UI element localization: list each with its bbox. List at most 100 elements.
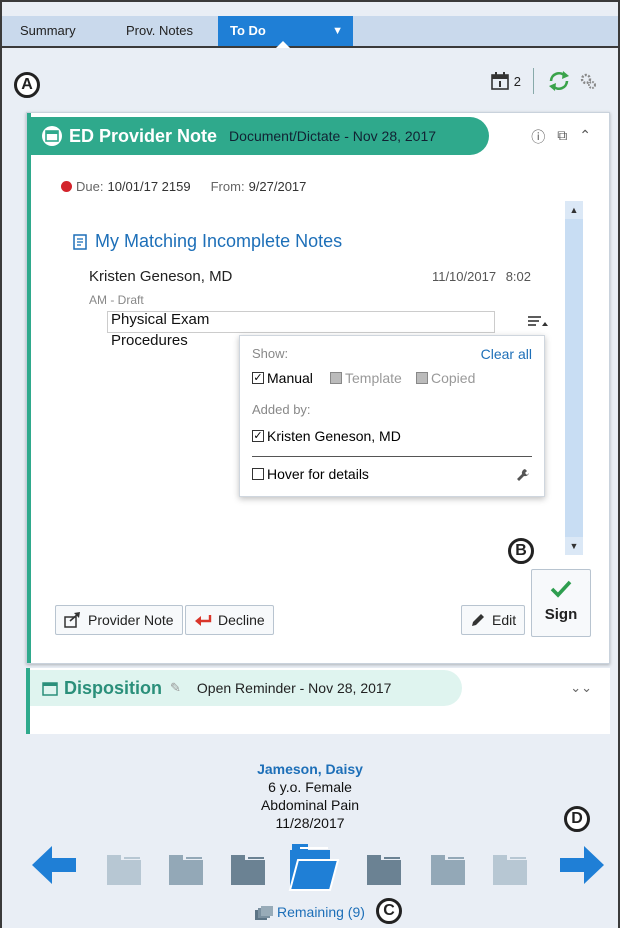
checkbox-template[interactable]: Template [330,370,402,386]
checkbox-label: Template [345,370,402,386]
edit-pencil-icon[interactable]: ✎ [170,680,181,696]
app-frame: Summary Prov. Notes To Do ▼ A 2 ED Provi… [0,0,620,928]
due-label: Due: [76,179,104,194]
filter-button[interactable] [523,311,553,333]
from-value: 9/27/2017 [248,179,307,194]
folder-icon[interactable] [492,852,528,886]
calendar-count-value: 2 [513,73,521,89]
checkbox-copied[interactable]: Copied [416,370,475,386]
checkbox-label: Hover for details [267,466,369,482]
document-icon [73,233,87,250]
expand-icon[interactable]: ⌄⌄ [570,680,592,696]
checkbox-label: Manual [267,370,313,386]
due-row: Due: 10/01/17 2159 From: 9/27/2017 [61,179,306,194]
refresh-icon[interactable] [546,68,572,94]
from-label: From: [210,179,245,194]
disposition-subtitle: Open Reminder - Nov 28, 2017 [196,680,392,696]
provider-note-card: ED Provider Note Document/Dictate - Nov … [26,112,610,664]
card-title: ED Provider Note [69,125,218,146]
toolbar-divider [533,68,534,94]
calendar-icon [42,682,58,696]
sign-button[interactable]: Sign [531,569,591,637]
callout-b: B [508,538,534,564]
tab-prov-notes[interactable]: Prov. Notes [126,16,193,46]
patient-complaint: Abdominal Pain [260,797,360,813]
folder-stack-icon [255,906,274,921]
checkbox-unchecked-icon [252,468,264,480]
callout-c: C [376,898,402,924]
provider-note-button[interactable]: Provider Note [55,605,183,635]
note-time: 8:02 [505,269,531,284]
note-timestamp: 11/10/2017 8:02 [432,269,531,284]
tab-todo[interactable]: To Do ▼ [218,16,353,48]
checkmark-icon [550,580,572,598]
provider-note-label: Provider Note [88,612,174,628]
pencil-icon [472,614,484,626]
note-date: 11/10/2017 [431,269,497,284]
calendar-icon [490,72,509,90]
undo-arrow-icon [195,615,212,626]
tab-summary[interactable]: Summary [20,16,76,46]
scroll-up-icon[interactable]: ▲ [565,201,583,219]
clear-all-link[interactable]: Clear all [481,346,532,362]
added-by-label: Added by: [252,402,311,417]
folder-icon[interactable] [106,852,142,886]
collapse-icon[interactable]: ⌃ [579,127,591,147]
note-author[interactable]: Kristen Geneson, MD [89,268,232,285]
filter-popup: Show: Clear all ✓ Manual Template Copied… [239,335,545,497]
overdue-icon [61,181,72,192]
decline-button[interactable]: Decline [185,605,274,635]
tab-todo-label: To Do [230,23,266,38]
checkbox-hover-details[interactable]: Hover for details [252,466,369,482]
scroll-down-icon[interactable]: ▼ [565,537,583,555]
checkbox-disabled-icon [416,372,428,384]
previous-arrow-icon[interactable] [30,844,78,886]
remaining-link[interactable]: Remaining (9) [2,904,618,921]
decline-label: Decline [218,612,265,628]
share-icon [64,612,80,628]
callout-d: D [564,806,590,832]
remaining-label: Remaining (9) [276,904,365,920]
chevron-down-icon[interactable]: ▼ [332,16,343,46]
info-icon[interactable]: ⓘ [531,127,545,147]
edit-button[interactable]: Edit [461,605,526,635]
folder-icon[interactable] [168,852,204,886]
filter-list-icon [528,316,548,326]
note-line: Procedures [111,332,188,349]
callout-a: A [14,72,40,98]
card-header: ED Provider Note Document/Dictate - Nov … [31,117,489,155]
folder-icon[interactable] [366,852,402,886]
open-folder-icon[interactable] [288,842,340,892]
show-label: Show: [252,346,289,361]
note-status: AM - Draft [89,293,144,307]
patient-date: 11/28/2017 [275,815,345,831]
tab-bar: Summary Prov. Notes To Do ▼ [2,16,618,48]
checkbox-checked-icon: ✓ [252,430,264,442]
disposition-title: Disposition [64,677,162,698]
folder-icon[interactable] [430,852,466,886]
edit-label: Edit [492,612,517,628]
sign-label: Sign [544,606,578,623]
disposition-card: Disposition ✎ Open Reminder - Nov 28, 20… [26,668,610,734]
checkbox-added-by[interactable]: ✓ Kristen Geneson, MD [252,428,401,444]
patient-name[interactable]: Jameson, Daisy [2,760,618,778]
note-line: Physical Exam [111,311,210,328]
scrollbar[interactable]: ▲ ▼ [565,201,583,555]
notes-section-title-text: My Matching Incomplete Notes [95,231,343,251]
tab-pointer [276,41,290,48]
calendar-icon [42,126,62,146]
checkbox-manual[interactable]: ✓ Manual [252,370,313,386]
checkbox-label: Copied [431,370,476,386]
popup-divider [252,456,532,457]
calendar-count[interactable]: 2 [490,71,521,91]
next-arrow-icon[interactable] [558,844,606,886]
popout-icon[interactable]: ⧉ [557,127,567,147]
toolbar: 2 [490,66,598,96]
gear-icon[interactable] [578,71,598,91]
wrench-icon[interactable] [516,468,530,482]
disposition-header: Disposition ✎ Open Reminder - Nov 28, 20… [30,670,462,706]
card-subtitle: Document/Dictate - Nov 28, 2017 [229,128,437,144]
card-header-actions: ⓘ ⧉ ⌃ [531,127,591,147]
patient-age-sex: 6 y.o. Female [268,779,352,795]
folder-icon[interactable] [230,852,266,886]
